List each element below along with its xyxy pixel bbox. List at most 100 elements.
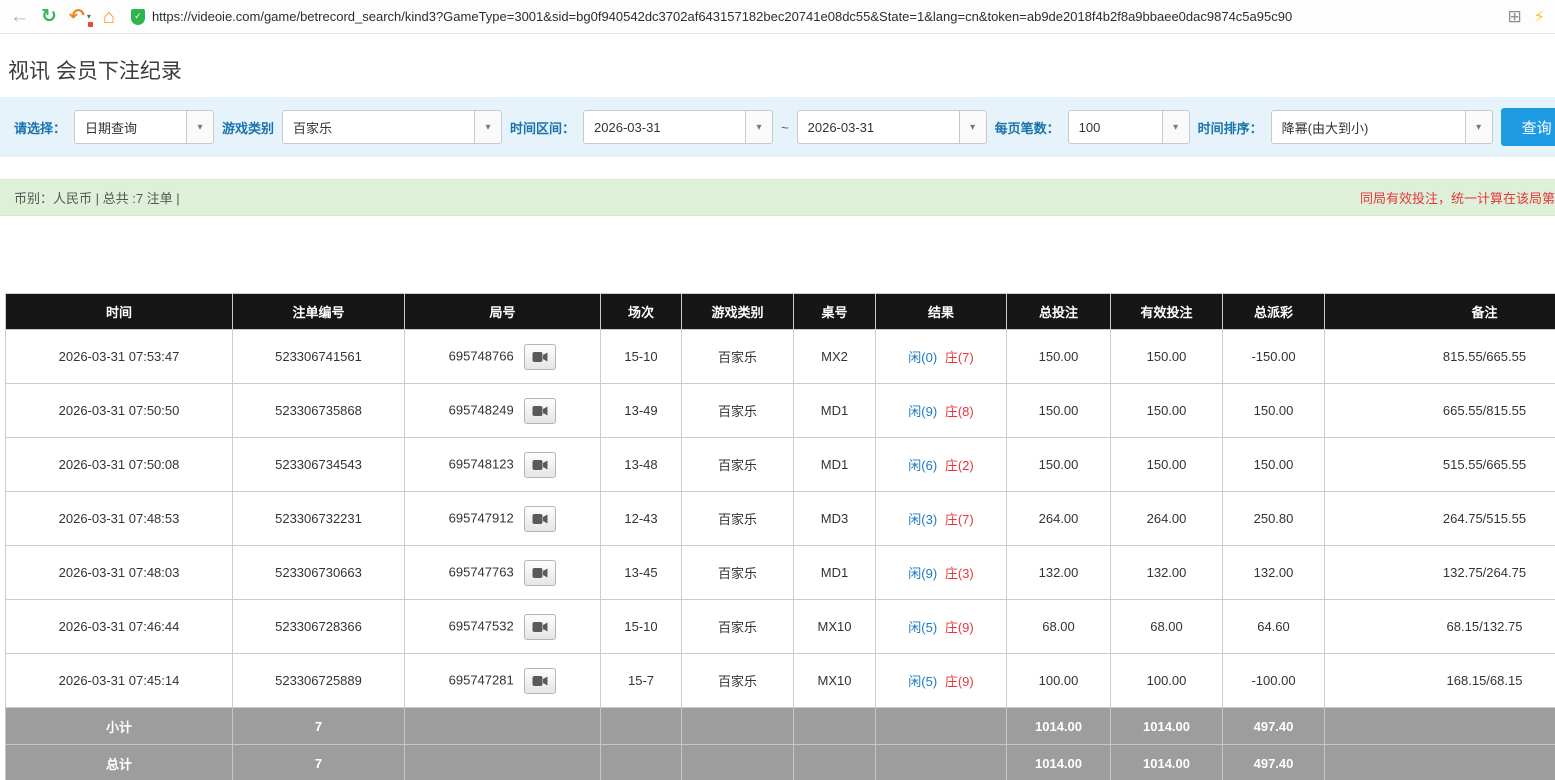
round-number: 695748249	[448, 401, 514, 417]
round-replay-button[interactable]	[524, 343, 557, 370]
cell-session: 13-48	[600, 437, 682, 492]
cell-round: 695748249	[404, 383, 601, 438]
cell-total-bet[interactable]: 264.00	[1006, 491, 1111, 546]
chevron-down-icon[interactable]: ▾	[745, 111, 773, 143]
table-row: 2026-03-31 07:48:53 523306732231 6957479…	[5, 491, 1555, 546]
cell-total-bet[interactable]: 68.00	[1006, 599, 1111, 654]
header-round: 局号	[404, 293, 601, 330]
back-icon[interactable]: ←	[10, 7, 29, 26]
cell-time: 2026-03-31 07:45:14	[5, 653, 233, 708]
header-result: 结果	[875, 293, 1007, 330]
chevron-down-icon[interactable]: ▾	[186, 111, 214, 143]
cell-empty	[875, 744, 1007, 780]
query-type-label: 请选择：	[14, 120, 67, 136]
cell-game-type: 百家乐	[681, 329, 794, 384]
cell-time: 2026-03-31 07:50:08	[5, 437, 233, 492]
cell-table: MD1	[793, 545, 876, 600]
sort-value: 降幂(由大到小)	[1281, 120, 1369, 136]
page-size-select[interactable]: 100 ▾	[1067, 110, 1190, 144]
lightning-icon[interactable]: ⚡	[1534, 7, 1545, 27]
cell-round: 695748766	[404, 329, 601, 384]
cell-table: MD1	[793, 383, 876, 438]
chevron-down-icon[interactable]: ▾	[87, 12, 91, 21]
game-type-select[interactable]: 百家乐 ▾	[282, 110, 503, 144]
chevron-down-icon[interactable]: ▾	[1464, 111, 1492, 143]
sort-label: 时间排序：	[1197, 120, 1263, 136]
video-camera-icon	[532, 567, 548, 578]
query-type-select[interactable]: 日期查询 ▾	[74, 110, 215, 144]
round-replay-button[interactable]	[524, 505, 557, 532]
cell-game-type: 百家乐	[681, 437, 794, 492]
subtotal-total-bet: 1014.00	[1006, 707, 1111, 745]
bet-records-table: 时间 注单编号 局号 场次 游戏类别 桌号 结果 总投注 有效投注 总派彩 备注…	[5, 293, 1555, 780]
round-replay-button[interactable]	[524, 559, 557, 586]
cell-session: 15-7	[600, 653, 682, 708]
cell-session: 13-45	[600, 545, 682, 600]
result-banker: 庄(2)	[944, 458, 974, 473]
cell-total-bet[interactable]: 150.00	[1006, 437, 1111, 492]
undo-icon[interactable]: ↶	[69, 5, 85, 28]
sort-select[interactable]: 降幂(由大到小) ▾	[1270, 110, 1493, 144]
cell-bet-id: 523306725889	[232, 653, 405, 708]
chevron-down-icon[interactable]: ▾	[474, 111, 502, 143]
round-replay-button[interactable]	[524, 613, 557, 640]
cell-empty	[875, 707, 1007, 745]
round-replay-button[interactable]	[524, 667, 557, 694]
page-size-label: 每页笔数：	[994, 120, 1060, 136]
date-to-select[interactable]: 2026-03-31 ▾	[796, 110, 987, 144]
cell-note: 665.55/815.55	[1324, 383, 1555, 438]
home-icon[interactable]: ⌂	[103, 7, 115, 27]
result-banker: 庄(3)	[944, 566, 974, 581]
cell-time: 2026-03-31 07:53:47	[5, 329, 233, 384]
apps-grid-icon[interactable]: ⊞	[1508, 7, 1522, 27]
total-total-bet: 1014.00	[1006, 744, 1111, 780]
cell-game-type: 百家乐	[681, 545, 794, 600]
cell-payout: 64.60	[1222, 599, 1325, 654]
chevron-down-icon[interactable]: ▾	[1161, 111, 1189, 143]
valid-bet-note: 同局有效投注，统一计算在该局第	[1359, 191, 1555, 206]
cell-round: 695747912	[404, 491, 601, 546]
result-player: 闲(0)	[908, 350, 938, 365]
round-number: 695748766	[448, 347, 514, 363]
browser-toolbar: ← ↻ ↶ ▾ ⌂ ✓ https://videoie.com/game/bet…	[0, 0, 1555, 34]
round-number: 695747532	[448, 617, 514, 633]
total-count: 7	[232, 744, 405, 780]
table-row: 2026-03-31 07:48:03 523306730663 6957477…	[5, 545, 1555, 600]
cell-round: 695747532	[404, 599, 601, 654]
round-replay-button[interactable]	[524, 397, 557, 424]
header-session: 场次	[600, 293, 682, 330]
cell-empty	[793, 744, 876, 780]
cell-payout: -150.00	[1222, 329, 1325, 384]
url-text[interactable]: https://videoie.com/game/betrecord_searc…	[152, 9, 1292, 24]
security-shield-icon[interactable]: ✓	[130, 8, 145, 25]
cell-game-type: 百家乐	[681, 599, 794, 654]
video-camera-icon	[532, 621, 548, 632]
date-from-select[interactable]: 2026-03-31 ▾	[583, 110, 774, 144]
query-type-value: 日期查询	[85, 120, 138, 136]
chevron-down-icon[interactable]: ▾	[958, 111, 986, 143]
total-label: 总计	[5, 744, 233, 780]
cell-total-bet[interactable]: 100.00	[1006, 653, 1111, 708]
cell-total-bet[interactable]: 132.00	[1006, 545, 1111, 600]
cell-result: 闲(6) 庄(2)	[875, 437, 1007, 492]
cell-session: 15-10	[600, 329, 682, 384]
cell-total-bet[interactable]: 150.00	[1006, 329, 1111, 384]
currency-summary: 币别：人民币 | 总共 :7 注单 |	[14, 191, 180, 206]
subtotal-payout: 497.40	[1222, 707, 1325, 745]
cell-total-bet[interactable]: 150.00	[1006, 383, 1111, 438]
cell-result: 闲(5) 庄(9)	[875, 653, 1007, 708]
cell-game-type: 百家乐	[681, 491, 794, 546]
round-replay-button[interactable]	[524, 451, 557, 478]
cell-time: 2026-03-31 07:46:44	[5, 599, 233, 654]
date-to-value: 2026-03-31	[807, 119, 875, 135]
refresh-icon[interactable]: ↻	[41, 7, 57, 26]
address-bar[interactable]: ✓ https://videoie.com/game/betrecord_sea…	[127, 4, 1496, 30]
search-button[interactable]: 查询	[1500, 108, 1555, 146]
cell-note: 168.15/68.15	[1324, 653, 1555, 708]
cell-round: 695748123	[404, 437, 601, 492]
result-banker: 庄(7)	[944, 350, 974, 365]
video-camera-icon	[532, 405, 548, 416]
cell-game-type: 百家乐	[681, 383, 794, 438]
cell-note: 132.75/264.75	[1324, 545, 1555, 600]
undo-button[interactable]: ↶ ▾	[69, 5, 93, 28]
